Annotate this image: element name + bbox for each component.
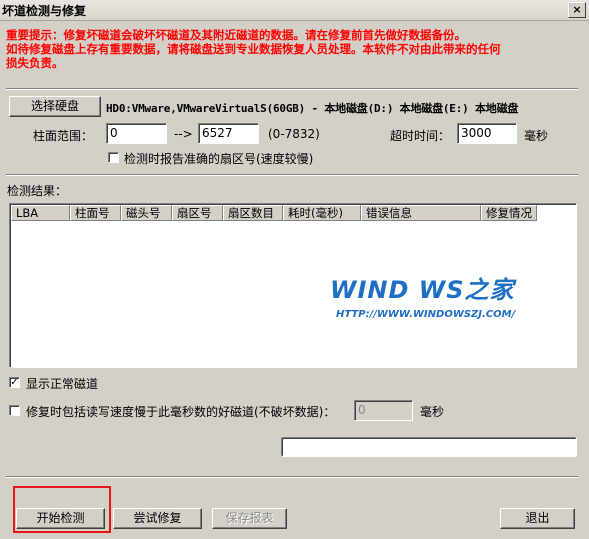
- separator-bottom: [6, 476, 578, 478]
- column-sector-count[interactable]: 扇区数目: [223, 205, 283, 221]
- try-repair-button[interactable]: 尝试修复: [113, 508, 202, 529]
- column-error[interactable]: 错误信息: [361, 205, 481, 221]
- report-sector-label: 检测时报告准确的扇区号(速度较慢): [124, 152, 314, 166]
- column-head[interactable]: 磁头号: [121, 205, 172, 221]
- include-slow-label: 修复时包括读写速度慢于此毫秒数的好磁道(不破坏数据)：: [26, 405, 336, 419]
- watermark: WIND WS之家 HTTP://WWW.WINDOWSZJ.COM/: [330, 270, 515, 320]
- select-disk-button[interactable]: 选择硬盘: [9, 96, 101, 117]
- highlight-box: [13, 486, 111, 533]
- column-elapsed[interactable]: 耗时(毫秒): [283, 205, 361, 221]
- progress-bar: [281, 437, 577, 457]
- separator-top: [6, 88, 578, 90]
- save-report-button[interactable]: 保存报表: [212, 508, 287, 529]
- timeout-input[interactable]: 3000: [457, 123, 517, 144]
- watermark-url: HTTP://WWW.WINDOWSZJ.COM/: [336, 309, 516, 320]
- results-header: LBA 柱面号 磁头号 扇区号 扇区数目 耗时(毫秒) 错误信息 修复情况: [11, 205, 537, 221]
- include-slow-checkbox[interactable]: [9, 405, 20, 416]
- cylinder-start-input[interactable]: 0: [106, 123, 167, 144]
- watermark-logo: WIND WS之家: [330, 276, 515, 304]
- column-sector[interactable]: 扇区号: [172, 205, 223, 221]
- range-arrow: -->: [174, 127, 193, 141]
- disk-info-text: HD0:VMware,VMwareVirtualS(60GB) - 本地磁盘(D…: [106, 102, 519, 115]
- cylinder-end-input[interactable]: 6527: [198, 123, 259, 144]
- separator-middle: [6, 174, 578, 176]
- warning-line-3: 损失负责。: [6, 56, 64, 70]
- report-sector-checkbox[interactable]: [108, 152, 119, 163]
- column-cylinder[interactable]: 柱面号: [70, 205, 121, 221]
- timeout-unit: 毫秒: [524, 129, 549, 143]
- title-bar: 坏道检测与修复 ×: [0, 0, 589, 21]
- cylinder-range-label: 柱面范围：: [33, 129, 94, 143]
- warning-line-1: 重要提示：修复坏磁道会破坏坏磁道及其附近磁道的数据。请在修复前首先做好数据备份。: [6, 28, 466, 42]
- timeout-label: 超时时间：: [390, 129, 451, 143]
- show-normal-label: 显示正常磁道: [26, 377, 99, 391]
- close-button[interactable]: ×: [568, 2, 586, 18]
- window-title: 坏道检测与修复: [2, 4, 87, 18]
- slow-threshold-unit: 毫秒: [420, 405, 445, 419]
- results-list[interactable]: LBA 柱面号 磁头号 扇区号 扇区数目 耗时(毫秒) 错误信息 修复情况 WI…: [9, 203, 577, 368]
- column-repair-status[interactable]: 修复情况: [481, 205, 537, 221]
- warning-line-2: 如待修复磁盘上存有重要数据，请将磁盘送到专业数据恢复人员处理。本软件不对由此带来…: [6, 42, 501, 56]
- column-lba[interactable]: LBA: [11, 205, 70, 221]
- cylinder-range-hint: (0-7832): [268, 127, 320, 141]
- slow-threshold-input[interactable]: 0: [354, 400, 413, 421]
- show-normal-checkbox[interactable]: ✓: [9, 377, 20, 388]
- results-label: 检测结果：: [7, 184, 68, 198]
- exit-button[interactable]: 退出: [500, 508, 575, 529]
